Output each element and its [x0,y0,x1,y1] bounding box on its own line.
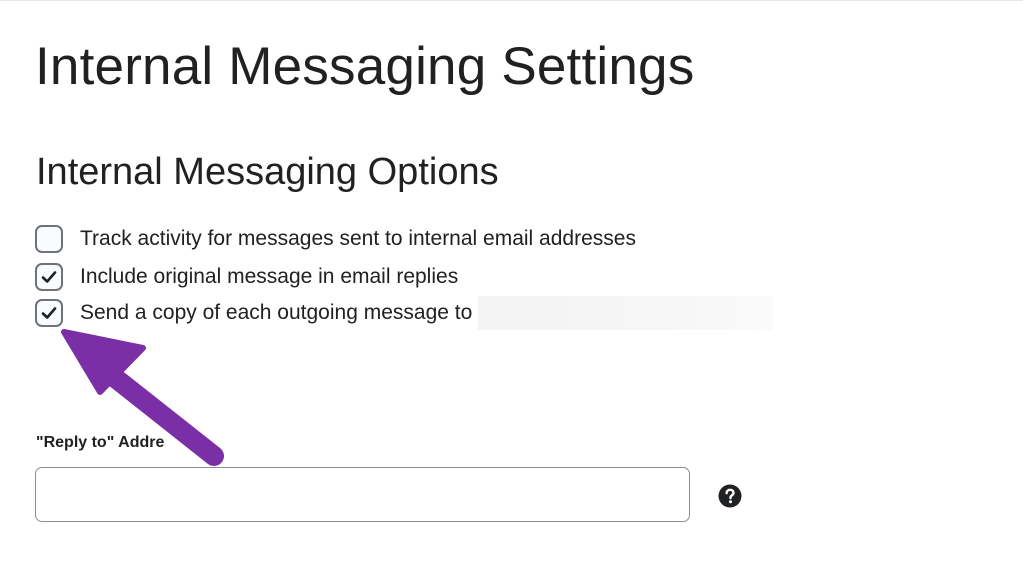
section-title: Internal Messaging Options [36,151,499,193]
track-activity-checkbox[interactable] [35,225,63,253]
settings-page: Internal Messaging Settings Internal Mes… [0,0,1023,571]
option-send-copy[interactable]: Send a copy of each outgoing message to [35,296,774,330]
option-include-original[interactable]: Include original message in email replie… [35,261,458,293]
send-copy-checkbox[interactable] [35,299,63,327]
arrow-icon [61,329,224,466]
option-label: Include original message in email replie… [80,265,459,288]
top-divider [0,0,1023,1]
reply-to-input[interactable] [35,467,690,522]
include-original-checkbox[interactable] [35,263,63,291]
question-circle-icon[interactable] [718,484,742,508]
option-label: Track activity for messages sent to inte… [80,227,636,250]
checkmark-icon [41,271,57,283]
page-title: Internal Messaging Settings [35,37,695,96]
option-label: Send a copy of each outgoing message to [80,301,473,324]
checkmark-icon [41,307,57,319]
redacted-email [478,296,774,330]
reply-to-label: "Reply to" Addre [36,434,165,451]
option-track-activity[interactable]: Track activity for messages sent to inte… [35,223,636,255]
